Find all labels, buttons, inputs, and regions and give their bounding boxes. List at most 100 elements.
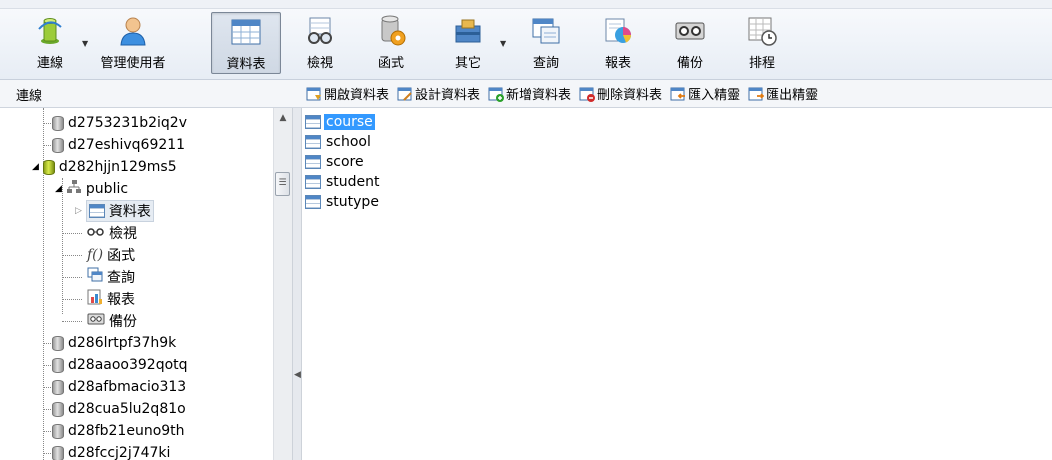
query-label: 查詢 <box>532 56 559 71</box>
export-wizard-button[interactable]: 匯出精靈 <box>748 84 818 103</box>
database-icon <box>52 137 64 153</box>
tree-scrollbar[interactable]: ▲ ☰ <box>273 108 292 460</box>
collapse-arrow-icon[interactable]: ◀ <box>294 370 301 380</box>
backup-label: 備份 <box>676 56 703 71</box>
tree-tables-node[interactable]: ▷ 資料表 <box>75 200 154 222</box>
import-wizard-button[interactable]: 匯入精靈 <box>670 84 740 103</box>
tree-database-node[interactable]: d2753231b2iq2v <box>52 113 187 133</box>
view-glasses-icon <box>303 14 337 48</box>
function-fx-icon: f() <box>87 247 104 263</box>
database-icon <box>52 335 64 351</box>
expanded-arrow-icon[interactable]: ◢ <box>55 184 62 194</box>
backup-tape-icon <box>673 14 707 48</box>
manage-users-button[interactable]: 管理使用者 <box>92 12 174 74</box>
database-icon <box>52 401 64 417</box>
views-label: 檢視 <box>306 56 333 71</box>
object-toolbar: 連線 開啟資料表 設計資料表 新增資料表 刪除資料表 匯入精靈 匯出精靈 <box>0 80 1052 108</box>
report-pie-icon <box>601 14 635 48</box>
table-icon <box>229 15 263 49</box>
tree-database-node[interactable]: d28fccj2j747ki <box>52 443 170 460</box>
tree-database-node[interactable]: d27eshivq69211 <box>52 135 185 155</box>
new-table-icon <box>488 86 505 102</box>
others-button[interactable]: 其它 <box>442 12 494 74</box>
tables-label: 資料表 <box>226 57 266 72</box>
database-name: d28afbmacio313 <box>68 379 187 395</box>
report-icon <box>87 289 103 309</box>
tree-backups-node[interactable]: 備份 <box>87 311 137 331</box>
tables-button[interactable]: 資料表 <box>211 12 281 74</box>
connection-pane-title: 連線 <box>16 89 43 104</box>
list-item[interactable]: course <box>305 112 375 132</box>
tree-reports-node[interactable]: 報表 <box>87 289 135 309</box>
list-item[interactable]: stutype <box>305 192 381 212</box>
list-item[interactable]: school <box>305 132 373 152</box>
design-table-button[interactable]: 設計資料表 <box>397 84 480 103</box>
tree-database-node[interactable]: d28cua5lu2q81o <box>52 399 186 419</box>
export-icon <box>748 86 765 102</box>
backup-button[interactable]: 備份 <box>665 12 715 74</box>
connect-dropdown-icon[interactable]: ▼ <box>82 39 88 48</box>
tree-database-node[interactable]: d28afbmacio313 <box>52 377 186 397</box>
database-icon <box>52 379 64 395</box>
list-item[interactable]: score <box>305 152 366 172</box>
report-button[interactable]: 報表 <box>593 12 643 74</box>
functions-button[interactable]: 函式 <box>365 12 417 74</box>
tree-database-node[interactable]: d28aaoo392qotq <box>52 355 188 375</box>
function-database-icon <box>374 14 408 48</box>
open-table-button[interactable]: 開啟資料表 <box>306 84 389 103</box>
view-glasses-icon <box>87 225 105 241</box>
database-name: d282hjjn129ms5 <box>58 159 177 175</box>
tree-functions-node[interactable]: f() 函式 <box>87 245 135 265</box>
pane-splitter[interactable]: ◀ <box>292 108 302 460</box>
expanded-arrow-icon[interactable]: ◢ <box>32 162 39 172</box>
open-table-icon <box>306 86 322 102</box>
schedule-button[interactable]: 排程 <box>737 12 787 74</box>
others-dropdown-icon[interactable]: ▼ <box>500 39 506 48</box>
tree-connector <box>62 321 82 322</box>
new-table-label: 新增資料表 <box>506 88 572 103</box>
table-icon <box>88 204 105 218</box>
schema-name: public <box>85 181 129 197</box>
report-label: 報表 <box>604 56 631 71</box>
database-name: d27eshivq69211 <box>68 137 186 153</box>
reports-node-label: 報表 <box>107 292 135 308</box>
scroll-thumb[interactable]: ☰ <box>275 172 290 196</box>
table-icon <box>305 175 321 189</box>
main-toolbar: 連線 ▼ 管理使用者 資料表 檢視 函式 其它 ▼ 查詢 報表 備份 排程 <box>0 9 1052 80</box>
table-name: course <box>324 114 375 130</box>
tree-database-node[interactable]: d28fb21euno9th <box>52 421 185 441</box>
connection-plug-icon <box>33 14 67 48</box>
tree-connector <box>62 233 82 234</box>
query-icon <box>87 267 103 287</box>
tree-database-node-expanded[interactable]: ◢ d282hjjn129ms5 <box>32 157 177 177</box>
database-name: d28fccj2j747ki <box>68 445 171 460</box>
tree-database-node[interactable]: d286lrtpf37h9k <box>52 333 176 353</box>
connection-tree: d2753231b2iq2v d27eshivq69211 ◢ d282hjjn… <box>0 108 290 460</box>
backups-node-label: 備份 <box>109 314 137 330</box>
functions-label: 函式 <box>377 56 404 71</box>
tree-views-node[interactable]: 檢視 <box>87 223 137 243</box>
collapsed-arrow-icon[interactable]: ▷ <box>75 206 82 216</box>
tree-schema-node[interactable]: ◢ public <box>55 179 128 199</box>
query-icon <box>529 14 563 48</box>
backup-tape-icon <box>87 313 105 329</box>
new-table-button[interactable]: 新增資料表 <box>488 84 571 103</box>
database-name: d28aaoo392qotq <box>68 357 188 373</box>
table-name: stutype <box>326 194 379 210</box>
database-icon <box>52 423 64 439</box>
database-name: d28fb21euno9th <box>68 423 185 439</box>
import-wizard-label: 匯入精靈 <box>688 88 741 103</box>
table-icon <box>305 155 321 169</box>
views-button[interactable]: 檢視 <box>295 12 345 74</box>
table-list: course school score student stutype <box>303 108 1052 460</box>
scroll-up-icon[interactable]: ▲ <box>274 110 292 126</box>
connect-button[interactable]: 連線 <box>22 12 78 74</box>
database-icon <box>52 445 64 460</box>
list-item[interactable]: student <box>305 172 382 192</box>
tree-connector <box>62 299 82 300</box>
query-button[interactable]: 查詢 <box>521 12 571 74</box>
open-table-label: 開啟資料表 <box>324 88 390 103</box>
tree-queries-node[interactable]: 查詢 <box>87 267 135 287</box>
queries-node-label: 查詢 <box>107 270 135 286</box>
delete-table-button[interactable]: 刪除資料表 <box>579 84 662 103</box>
